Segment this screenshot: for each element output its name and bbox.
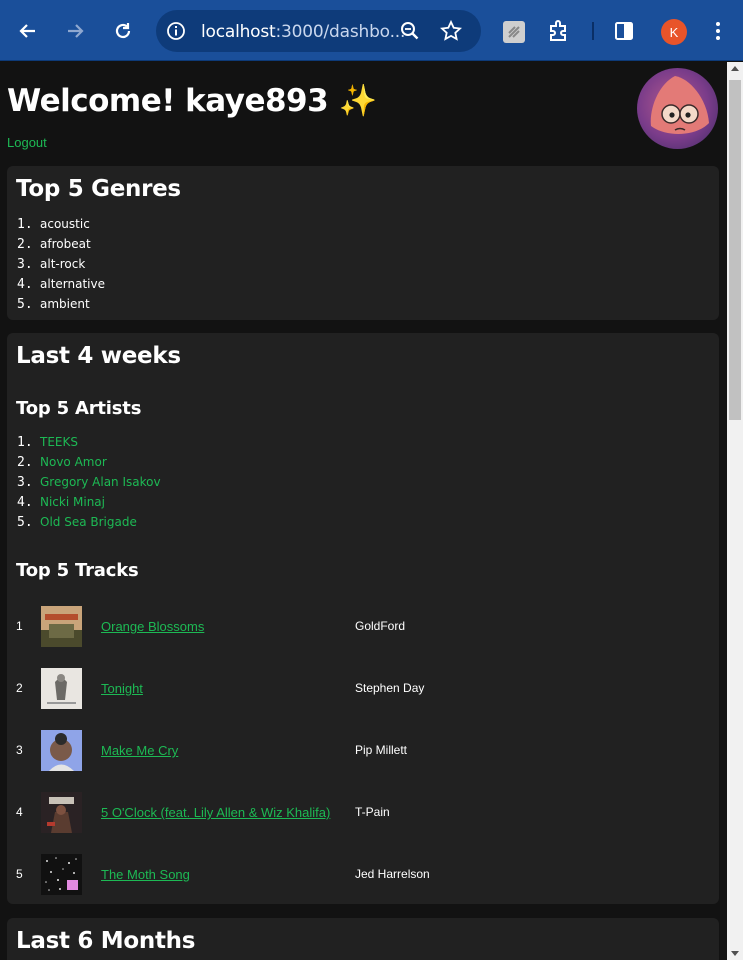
list-number: 3. <box>17 474 33 490</box>
forward-icon[interactable] <box>62 16 88 46</box>
track-row: 2 Tonight Stephen Day <box>7 667 719 711</box>
extensions-puzzle-icon[interactable] <box>546 18 572 44</box>
track-artist: Jed Harrelson <box>355 867 430 881</box>
reload-icon[interactable] <box>110 16 136 46</box>
last-6-months-card: Last 6 Months <box>7 918 719 960</box>
track-rank: 4 <box>16 805 23 819</box>
top-genres-title: Top 5 Genres <box>16 176 181 202</box>
artists-list: 1. TEEKS 2. Novo Amor 3. Gregory Alan Isako… <box>17 432 161 532</box>
track-artist: Pip Millett <box>355 743 408 757</box>
browser-toolbar: localhost:3000/dashbo... K <box>0 0 743 61</box>
artist-link[interactable]: Nicki Minaj <box>40 495 105 509</box>
track-artist: Stephen Day <box>355 681 425 695</box>
track-title-link[interactable]: 5 O'Clock (feat. Lily Allen & Wiz Khalif… <box>101 805 330 820</box>
zoom-icon[interactable] <box>400 21 420 41</box>
list-item: 1. TEEKS <box>17 432 161 452</box>
track-rank: 3 <box>16 743 23 757</box>
genre-name: alternative <box>40 277 105 291</box>
scrollbar-thumb[interactable] <box>729 80 741 420</box>
track-row: 1 Orange Blossoms GoldFord <box>7 605 719 649</box>
track-title-link[interactable]: Orange Blossoms <box>101 619 204 634</box>
page-scrollbar[interactable] <box>727 62 743 960</box>
list-number: 2. <box>17 454 33 470</box>
genre-name: acoustic <box>40 217 90 231</box>
artist-link[interactable]: Gregory Alan Isakov <box>40 475 161 489</box>
genres-list: 1. acoustic 2. afrobeat 3. alt-rock 4. alter… <box>17 214 105 314</box>
bookmark-star-icon[interactable] <box>440 20 462 42</box>
scroll-down-arrow-icon[interactable] <box>731 951 739 956</box>
user-avatar <box>637 68 718 149</box>
track-title-link[interactable]: Make Me Cry <box>101 743 178 758</box>
track-row: 5 The Moth Song Jed Harrelson <box>7 853 719 897</box>
album-art <box>41 854 82 895</box>
track-rank: 2 <box>16 681 23 695</box>
back-icon[interactable] <box>15 16 41 46</box>
top-artists-title: Top 5 Artists <box>16 398 142 419</box>
artist-link[interactable]: Novo Amor <box>40 455 107 469</box>
list-number: 1. <box>17 434 33 450</box>
section-title: Last 4 weeks <box>16 343 181 369</box>
genre-name: afrobeat <box>40 237 91 251</box>
track-artist: GoldFord <box>355 619 406 633</box>
track-artist: T-Pain <box>355 805 390 819</box>
album-art <box>41 730 82 771</box>
address-bar[interactable]: localhost:3000/dashbo... <box>156 10 481 52</box>
section-title: Last 6 Months <box>16 928 196 954</box>
track-row: 3 Make Me Cry Pip Millett <box>7 729 719 773</box>
side-panel-icon[interactable] <box>613 20 635 42</box>
url-path: :3000/dashbo... <box>275 22 406 42</box>
list-item: 3. alt-rock <box>17 254 105 274</box>
track-row: 4 5 O'Clock (feat. Lily Allen & Wiz Khal… <box>7 791 719 835</box>
album-art <box>41 668 82 709</box>
extension-icon[interactable] <box>503 21 525 43</box>
list-item: 3. Gregory Alan Isakov <box>17 472 161 492</box>
top-tracks-title: Top 5 Tracks <box>16 560 139 581</box>
toolbar-separator <box>592 22 594 40</box>
track-title-link[interactable]: The Moth Song <box>101 867 190 882</box>
url-text[interactable]: localhost:3000/dashbo... <box>201 22 405 42</box>
list-item: 2. Novo Amor <box>17 452 161 472</box>
list-number: 3. <box>17 256 33 272</box>
list-item: 2. afrobeat <box>17 234 105 254</box>
artist-link[interactable]: Old Sea Brigade <box>40 515 137 529</box>
list-item: 4. Nicki Minaj <box>17 492 161 512</box>
page-content: Welcome! kaye893 ✨ Logout Top 5 Genres 1… <box>0 62 727 960</box>
profile-avatar[interactable]: K <box>661 19 687 45</box>
last-4-weeks-card: Last 4 weeks Top 5 Artists 1. TEEKS 2. Nov… <box>7 333 719 904</box>
list-number: 4. <box>17 276 33 292</box>
genre-name: ambient <box>40 297 90 311</box>
list-item: 5. Old Sea Brigade <box>17 512 161 532</box>
list-item: 5. ambient <box>17 294 105 314</box>
list-item: 4. alternative <box>17 274 105 294</box>
logout-link[interactable]: Logout <box>7 135 47 150</box>
list-number: 4. <box>17 494 33 510</box>
list-number: 5. <box>17 296 33 312</box>
list-number: 1. <box>17 216 33 232</box>
welcome-heading: Welcome! kaye893 ✨ <box>7 83 377 119</box>
track-rank: 5 <box>16 867 23 881</box>
track-title-link[interactable]: Tonight <box>101 681 143 696</box>
list-number: 5. <box>17 514 33 530</box>
album-art <box>41 606 82 647</box>
scroll-up-arrow-icon[interactable] <box>731 66 739 71</box>
list-item: 1. acoustic <box>17 214 105 234</box>
album-art <box>41 792 82 833</box>
menu-kebab-icon[interactable] <box>710 20 726 42</box>
site-info-icon[interactable] <box>166 21 186 41</box>
url-host: localhost <box>201 22 276 42</box>
artist-link[interactable]: TEEKS <box>40 435 78 449</box>
genre-name: alt-rock <box>40 257 86 271</box>
top-genres-card: Top 5 Genres 1. acoustic 2. afrobeat 3. alt… <box>7 166 719 320</box>
track-rank: 1 <box>16 619 23 633</box>
list-number: 2. <box>17 236 33 252</box>
